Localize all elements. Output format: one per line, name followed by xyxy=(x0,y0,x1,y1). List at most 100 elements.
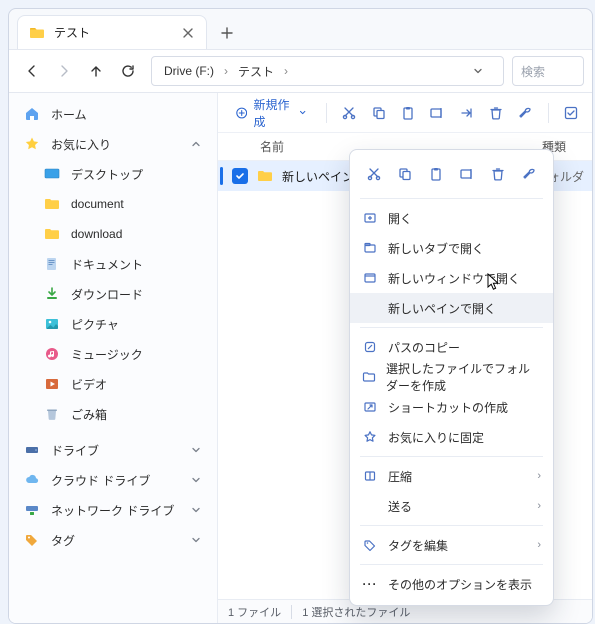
ctx-rename-button[interactable] xyxy=(454,160,481,188)
folder-icon xyxy=(256,167,274,185)
drive-icon xyxy=(23,441,41,459)
new-tab-button[interactable] xyxy=(211,17,243,49)
sidebar-item-documents[interactable]: ドキュメント xyxy=(15,249,213,279)
chevron-right-icon: › xyxy=(537,470,541,482)
up-button[interactable] xyxy=(81,56,111,86)
forward-button[interactable] xyxy=(49,56,79,86)
tab-close-button[interactable] xyxy=(178,23,198,43)
context-menu: 開く 新しいタブで開く 新しいウィンドウで開く 新しいペインで開く パスのコピー… xyxy=(349,149,554,606)
pictures-icon xyxy=(43,315,61,333)
ctx-properties-button[interactable] xyxy=(516,160,543,188)
chevron-up-icon[interactable] xyxy=(191,139,207,149)
menu-create-shortcut[interactable]: ショートカットの作成 xyxy=(350,392,553,422)
sidebar-item-drives[interactable]: ドライブ xyxy=(15,435,213,465)
sidebar-item-trash[interactable]: ごみ箱 xyxy=(15,399,213,429)
paste-button[interactable] xyxy=(395,98,420,128)
menu-edit-tags[interactable]: タグを編集 › xyxy=(350,530,553,560)
sidebar-item-download-folder[interactable]: download xyxy=(15,219,213,249)
tab-title: テスト xyxy=(54,24,90,41)
menu-copy-path[interactable]: パスのコピー xyxy=(350,332,553,362)
back-button[interactable] xyxy=(17,56,47,86)
menu-compress[interactable]: 圧縮 › xyxy=(350,461,553,491)
path-dropdown-button[interactable] xyxy=(473,66,497,76)
breadcrumb-path[interactable]: Drive (F:) › テスト › xyxy=(151,56,504,86)
ctx-cut-button[interactable] xyxy=(360,160,387,188)
sidebar-item-music[interactable]: ミュージック xyxy=(15,339,213,369)
menu-open-new-window[interactable]: 新しいウィンドウで開く xyxy=(350,263,553,293)
star-icon xyxy=(23,135,41,153)
menu-divider xyxy=(360,525,543,526)
chevron-down-icon[interactable] xyxy=(191,475,207,485)
sidebar-item-label: ドライブ xyxy=(51,442,99,459)
menu-open[interactable]: 開く xyxy=(350,203,553,233)
sidebar-item-label: document xyxy=(71,197,124,211)
sidebar-item-label: クラウド ドライブ xyxy=(51,472,150,489)
sidebar-item-tags[interactable]: タグ xyxy=(15,525,213,555)
chevron-right-icon: › xyxy=(537,500,541,512)
menu-open-new-pane[interactable]: 新しいペインで開く xyxy=(350,293,553,323)
sidebar-item-favorites[interactable]: お気に入り xyxy=(15,129,213,159)
menu-create-folder-selection[interactable]: 選択したファイルでフォルダーを作成 xyxy=(350,362,553,392)
download-icon xyxy=(43,285,61,303)
tab-active[interactable]: テスト xyxy=(17,15,207,49)
share-button[interactable] xyxy=(454,98,479,128)
chevron-right-icon: › xyxy=(537,539,541,551)
desktop-icon xyxy=(43,165,61,183)
menu-label: 選択したファイルでフォルダーを作成 xyxy=(386,360,541,394)
new-button[interactable]: 新規作成 xyxy=(226,99,316,127)
menu-more-options[interactable]: ··· その他のオプションを表示 xyxy=(350,569,553,599)
trash-icon xyxy=(43,405,61,423)
properties-button[interactable] xyxy=(513,98,538,128)
blank-icon xyxy=(362,498,378,514)
ctx-paste-button[interactable] xyxy=(422,160,449,188)
ctx-copy-button[interactable] xyxy=(391,160,418,188)
menu-label: パスのコピー xyxy=(388,339,460,356)
network-drive-icon xyxy=(23,501,41,519)
toolbar-separator xyxy=(326,103,327,123)
breadcrumb-drive[interactable]: Drive (F:) xyxy=(158,62,220,80)
menu-label: 新しいペインで開く xyxy=(388,300,496,317)
sidebar-item-label: ミュージック xyxy=(71,346,143,363)
sidebar-item-label: ネットワーク ドライブ xyxy=(51,502,174,519)
menu-label: 新しいウィンドウで開く xyxy=(388,270,520,287)
chevron-right-icon: › xyxy=(282,64,290,78)
delete-button[interactable] xyxy=(483,98,508,128)
sidebar-item-label: ドキュメント xyxy=(71,256,143,273)
sidebar-item-document-folder[interactable]: document xyxy=(15,189,213,219)
star-outline-icon xyxy=(362,429,378,445)
chevron-down-icon[interactable] xyxy=(191,445,207,455)
blank-icon xyxy=(362,300,378,316)
sidebar-item-cloud-drives[interactable]: クラウド ドライブ xyxy=(15,465,213,495)
menu-send-to[interactable]: 送る › xyxy=(350,491,553,521)
menu-label: 送る xyxy=(388,498,412,515)
row-indicator xyxy=(220,167,223,185)
status-count: 1 ファイル xyxy=(228,604,281,620)
search-input[interactable]: 検索 xyxy=(512,56,584,86)
refresh-button[interactable] xyxy=(113,56,143,86)
sidebar-item-desktop[interactable]: デスクトップ xyxy=(15,159,213,189)
rename-button[interactable] xyxy=(425,98,450,128)
copy-button[interactable] xyxy=(366,98,391,128)
menu-open-new-tab[interactable]: 新しいタブで開く xyxy=(350,233,553,263)
search-placeholder: 検索 xyxy=(521,63,545,80)
menu-pin-favorites[interactable]: お気に入りに固定 xyxy=(350,422,553,452)
select-button[interactable] xyxy=(559,98,584,128)
link-icon xyxy=(362,339,378,355)
sidebar-item-home[interactable]: ホーム xyxy=(15,99,213,129)
row-checkbox[interactable] xyxy=(232,168,248,184)
chevron-down-icon[interactable] xyxy=(191,535,207,545)
cut-button[interactable] xyxy=(337,98,362,128)
chevron-down-icon[interactable] xyxy=(191,505,207,515)
breadcrumb-folder[interactable]: テスト xyxy=(232,61,280,82)
videos-icon xyxy=(43,375,61,393)
more-icon: ··· xyxy=(362,576,378,592)
ctx-delete-button[interactable] xyxy=(485,160,512,188)
sidebar: ホーム お気に入り デスクトップ document download xyxy=(9,93,218,623)
window-icon xyxy=(362,270,378,286)
sidebar-item-label: ごみ箱 xyxy=(71,406,107,423)
sidebar-item-videos[interactable]: ビデオ xyxy=(15,369,213,399)
sidebar-item-network-drives[interactable]: ネットワーク ドライブ xyxy=(15,495,213,525)
sidebar-item-label: ピクチャ xyxy=(71,316,119,333)
sidebar-item-downloads[interactable]: ダウンロード xyxy=(15,279,213,309)
sidebar-item-pictures[interactable]: ピクチャ xyxy=(15,309,213,339)
